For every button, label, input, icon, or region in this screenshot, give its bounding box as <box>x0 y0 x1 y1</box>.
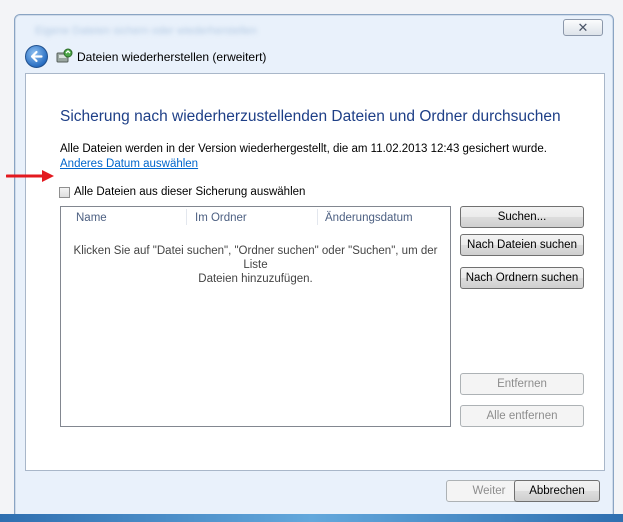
window-title: Eigene Dateien sichern oder wiederherste… <box>35 25 257 37</box>
back-button[interactable] <box>25 45 48 68</box>
select-all-label[interactable]: Alle Dateien aus dieser Sicherung auswäh… <box>74 186 305 198</box>
select-all-checkbox[interactable] <box>59 187 70 198</box>
red-arrow-icon <box>6 170 54 182</box>
list-empty-message: Klicken Sie auf "Datei suchen", "Ordner … <box>61 244 450 286</box>
empty-message-line: Klicken Sie auf "Datei suchen", "Ordner … <box>73 245 438 271</box>
column-separator[interactable] <box>186 209 187 225</box>
close-button[interactable]: ✕ <box>563 19 603 36</box>
column-header-name[interactable]: Name <box>76 212 107 224</box>
search-button[interactable]: Suchen... <box>460 206 584 228</box>
remove-all-button[interactable]: Alle entfernen <box>460 405 584 427</box>
choose-other-date-link[interactable]: Anderes Datum auswählen <box>60 158 198 170</box>
column-header-folder[interactable]: Im Ordner <box>195 212 247 224</box>
cancel-button[interactable]: Abbrechen <box>514 480 600 502</box>
remove-button[interactable]: Entfernen <box>460 373 584 395</box>
restore-file-list[interactable]: Name Im Ordner Änderungsdatum Klicken Si… <box>60 206 451 427</box>
close-icon: ✕ <box>577 20 589 35</box>
search-files-button[interactable]: Nach Dateien suchen <box>460 234 584 256</box>
column-separator[interactable] <box>317 209 318 225</box>
content-panel: Sicherung nach wiederherzustellenden Dat… <box>25 73 605 471</box>
page-title: Sicherung nach wiederherzustellenden Dat… <box>60 108 561 125</box>
taskbar-strip <box>0 514 623 522</box>
backup-restore-icon <box>56 48 73 63</box>
back-arrow-icon <box>30 50 43 63</box>
empty-message-line: Dateien hinzuzufügen. <box>198 273 313 285</box>
dialog-window: Eigene Dateien sichern oder wiederherste… <box>14 14 614 516</box>
backup-info-text: Alle Dateien werden in der Version wiede… <box>60 143 547 155</box>
nav-title: Dateien wiederherstellen (erweitert) <box>77 50 267 64</box>
search-folders-button[interactable]: Nach Ordnern suchen <box>460 267 584 289</box>
nav-bar: Dateien wiederherstellen (erweitert) <box>25 45 585 69</box>
column-header-modified[interactable]: Änderungsdatum <box>325 212 413 224</box>
